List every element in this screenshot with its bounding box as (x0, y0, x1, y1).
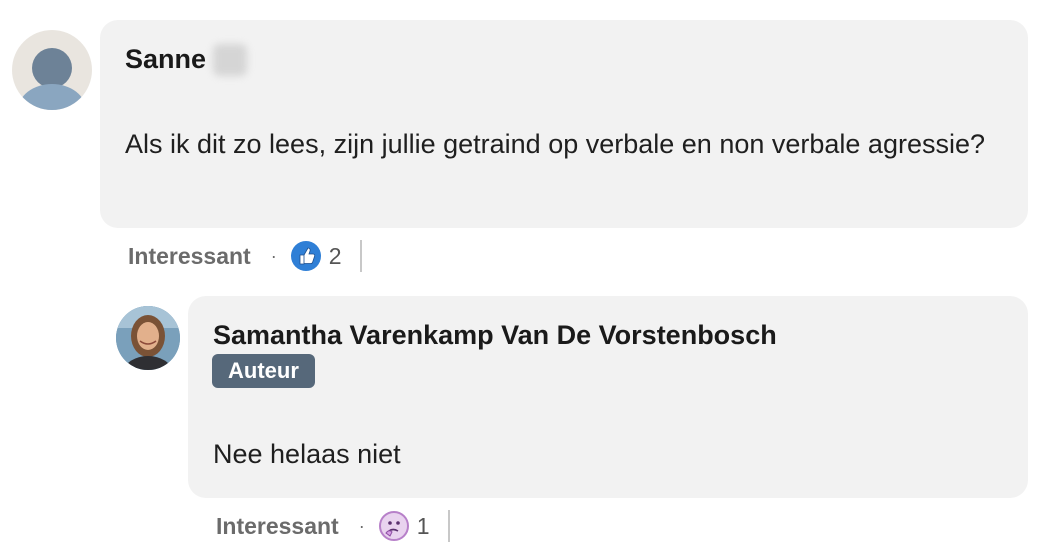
reply-text: Nee helaas niet (213, 439, 401, 469)
author-avatar[interactable] (116, 306, 180, 370)
react-button[interactable]: Interessant (128, 243, 251, 270)
separator-dot: · (358, 515, 365, 536)
comment-author-name[interactable]: Sanne (125, 44, 206, 75)
reply-bubble: Samantha Varenkamp Van De Vorstenbosch A… (188, 296, 1028, 498)
comment-actions: Interessant · 2 (128, 236, 362, 276)
thumbs-up-icon[interactable] (290, 241, 321, 271)
reply-author-name[interactable]: Samantha Varenkamp Van De Vorstenbosch (213, 320, 777, 351)
reaction-count[interactable]: 1 (417, 513, 430, 540)
thinking-face-icon[interactable] (378, 511, 409, 541)
comment-text: Als ik dit zo lees, zijn jullie getraind… (125, 129, 985, 159)
comment-bubble: Sanne Als ik dit zo lees, zijn jullie ge… (100, 20, 1028, 228)
separator-dot: · (270, 245, 277, 266)
divider (359, 240, 362, 272)
reaction-count[interactable]: 2 (329, 243, 342, 270)
divider (447, 510, 450, 542)
avatar-generic-icon[interactable] (12, 30, 92, 110)
person-silhouette-icon (18, 48, 86, 110)
person-photo-icon (116, 306, 180, 370)
react-button[interactable]: Interessant (216, 513, 339, 540)
redacted-name (213, 44, 247, 76)
author-badge: Auteur (212, 354, 315, 388)
reply-actions: Interessant · 1 (216, 506, 450, 546)
